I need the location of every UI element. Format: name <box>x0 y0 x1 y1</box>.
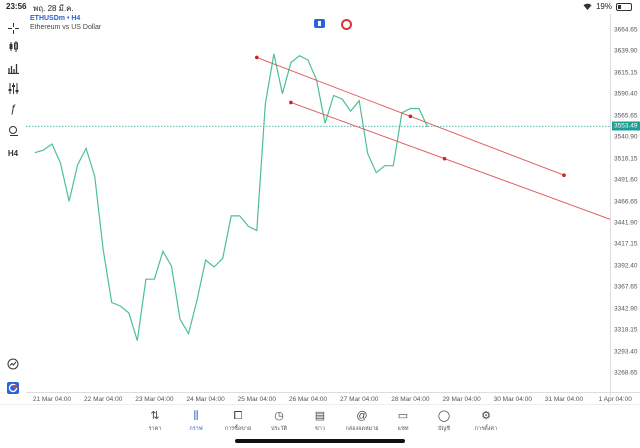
price-tick-label: 3392.40 <box>614 262 638 270</box>
search-chart-icon[interactable] <box>5 356 21 372</box>
trendline-handle[interactable] <box>442 156 447 161</box>
price-tick-label: 3441.90 <box>614 219 638 227</box>
battery-icon <box>616 2 632 11</box>
indicators-icon[interactable] <box>5 80 21 96</box>
price-tick-label: 3639.90 <box>614 47 638 55</box>
left-toolbar: ƒ H4 <box>0 14 26 404</box>
price-tick-label: 3540.90 <box>614 133 638 141</box>
time-tick-label: 21 Mar 04:00 <box>32 396 72 403</box>
trendline-handle[interactable] <box>562 173 566 178</box>
nav-item-settings[interactable]: ⚙ การตั้งค่า <box>461 409 511 433</box>
time-tick-label: 23 Mar 04:00 <box>135 396 174 403</box>
price-axis[interactable]: 3664.65 3639.90 3615.15 3590.40 3565.65 3540.… <box>610 14 640 396</box>
time-tick-label: 24 Mar 04:00 <box>186 396 225 403</box>
price-tick-label: 3318.15 <box>614 326 638 334</box>
home-indicator <box>235 439 405 443</box>
time-tick-label: 27 Mar 04:00 <box>340 396 379 403</box>
wifi-icon <box>583 3 592 10</box>
price-tick-label: 3417.15 <box>614 240 638 248</box>
price-tick-label: 3664.65 <box>614 26 638 34</box>
price-tick-label: 3615.15 <box>614 69 638 77</box>
chart-area[interactable] <box>26 14 617 396</box>
logo-icon[interactable] <box>5 380 21 396</box>
time-tick-label: 30 Mar 04:00 <box>493 396 532 403</box>
time-tick-label: 1 Apr 04:00 <box>598 396 632 403</box>
crosshair-icon[interactable] <box>5 20 21 36</box>
status-time: 23:56 <box>6 2 27 11</box>
settings-icon: ⚙ <box>481 410 491 422</box>
current-price-label: 3553.49 <box>612 121 640 131</box>
price-tick-label: 3268.65 <box>614 369 638 377</box>
candlestick-icon[interactable] <box>5 38 21 54</box>
time-tick-label: 28 Mar 04:00 <box>391 396 430 403</box>
status-right: 19% <box>583 2 632 11</box>
trendline-handle[interactable] <box>255 55 259 60</box>
price-chart[interactable] <box>26 14 617 396</box>
price-tick-label: 3565.65 <box>614 112 638 120</box>
status-bar: 23:56 พฤ. 28 มี.ค. 19% <box>0 0 640 14</box>
nav-item-label: การตั้งค่า <box>474 426 498 432</box>
drawing-tools-icon[interactable] <box>5 122 21 138</box>
function-icon[interactable]: ƒ <box>5 101 21 117</box>
timeframe-button[interactable]: H4 <box>5 145 21 161</box>
price-tick-label: 3293.40 <box>614 348 638 356</box>
time-tick-label: 25 Mar 04:00 <box>237 396 276 403</box>
price-line-series <box>34 53 429 341</box>
price-tick-label: 3342.90 <box>614 305 638 313</box>
trendline-handle[interactable] <box>289 100 293 105</box>
price-tick-label: 3590.40 <box>614 90 638 98</box>
trendline[interactable] <box>290 102 616 222</box>
time-tick-label: 31 Mar 04:00 <box>544 396 584 403</box>
price-tick-label: 3466.65 <box>614 198 638 205</box>
price-tick-label: 3516.15 <box>614 155 638 163</box>
time-tick-label: 22 Mar 04:00 <box>84 396 123 403</box>
time-tick-label: 29 Mar 04:00 <box>442 396 481 403</box>
price-tick-label: 3491.60 <box>614 176 638 184</box>
time-tick-label: 26 Mar 04:00 <box>288 396 328 403</box>
bar-chart-icon[interactable] <box>5 60 21 76</box>
battery-percent: 19% <box>595 2 612 11</box>
price-tick-label: 3367.65 <box>614 283 638 291</box>
trendline-handle[interactable] <box>408 114 413 119</box>
